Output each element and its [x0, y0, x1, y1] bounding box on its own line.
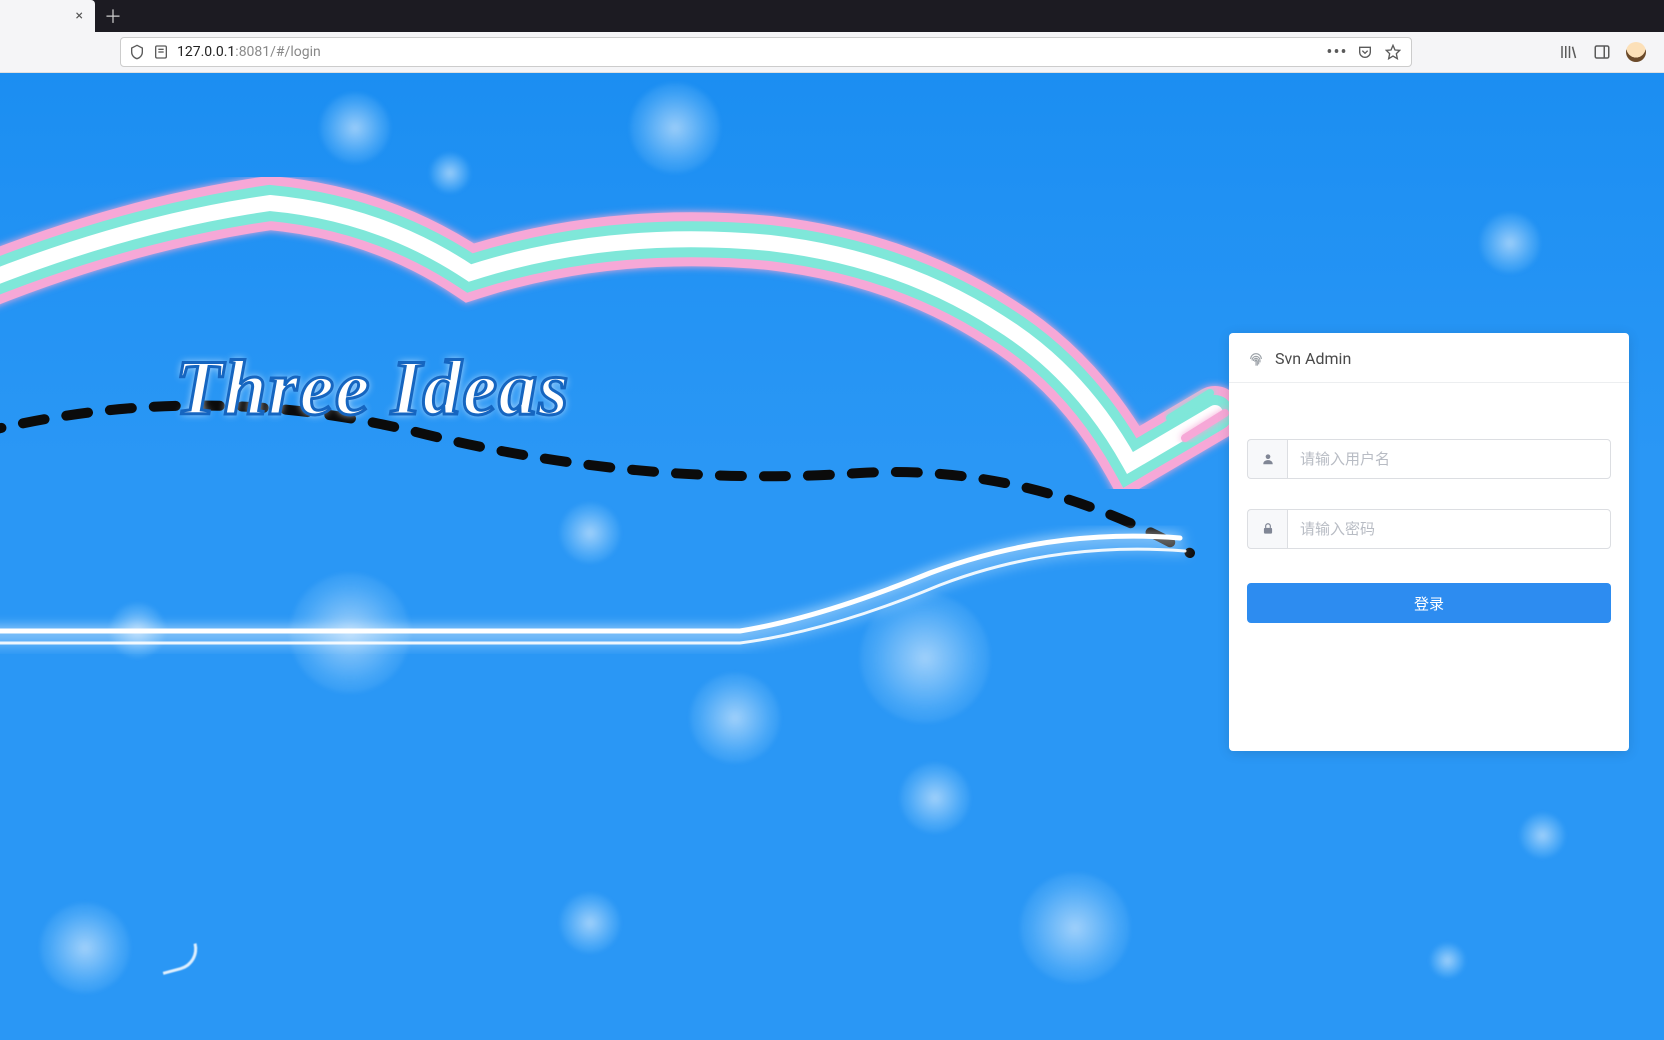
url-path: :8081/#/login — [235, 44, 320, 60]
page-content: Three Ideas Svn Admin — [0, 73, 1664, 1040]
pocket-icon[interactable] — [1355, 42, 1375, 62]
bubble — [1020, 873, 1130, 983]
decorative-arc — [158, 943, 202, 975]
sidebar-toggle-icon[interactable] — [1592, 42, 1612, 62]
password-group — [1247, 509, 1611, 549]
bookmark-star-icon[interactable] — [1383, 42, 1403, 62]
bubble — [560, 503, 620, 563]
bubble — [40, 903, 130, 993]
bubble — [290, 573, 410, 693]
login-button[interactable]: 登录 — [1247, 583, 1611, 623]
bubble — [690, 673, 780, 763]
person-icon — [1247, 439, 1287, 479]
password-input[interactable] — [1287, 509, 1611, 549]
profile-avatar[interactable] — [1626, 42, 1646, 62]
page-info-icon[interactable] — [153, 44, 169, 60]
bubble — [430, 153, 470, 193]
bubble — [860, 593, 990, 723]
bubble — [320, 93, 390, 163]
login-header: Svn Admin — [1229, 333, 1629, 383]
url-host: 127.0.0.1 — [177, 44, 235, 60]
bubble — [1520, 813, 1565, 858]
close-tab-icon[interactable]: × — [72, 6, 87, 26]
fingerprint-icon — [1247, 350, 1265, 368]
bubble — [110, 603, 165, 658]
bubble — [1480, 213, 1540, 273]
username-group — [1247, 439, 1611, 479]
bubble — [1430, 943, 1465, 978]
username-input[interactable] — [1287, 439, 1611, 479]
url-text[interactable]: 127.0.0.1:8081/#/login — [177, 44, 1319, 60]
address-bar: 127.0.0.1:8081/#/login ••• — [0, 32, 1664, 73]
hero-title: Three Ideas — [175, 343, 569, 433]
new-tab-button[interactable]: ＋ — [95, 0, 131, 32]
lock-icon — [1247, 509, 1287, 549]
browser-tab[interactable]: × — [0, 0, 95, 32]
shield-icon[interactable] — [129, 44, 145, 60]
bubble — [560, 893, 620, 953]
library-icon[interactable] — [1558, 42, 1578, 62]
login-body: 登录 — [1229, 383, 1629, 641]
toolbar-right — [1418, 42, 1652, 62]
login-title: Svn Admin — [1275, 349, 1351, 368]
bubble — [630, 83, 720, 173]
more-icon[interactable]: ••• — [1327, 42, 1347, 62]
bubble — [900, 763, 970, 833]
address-input-wrap[interactable]: 127.0.0.1:8081/#/login ••• — [120, 37, 1412, 67]
tab-strip: × ＋ — [0, 0, 1664, 32]
browser-chrome: × ＋ 127.0.0.1:8081/#/login ••• — [0, 0, 1664, 73]
login-card: Svn Admin 登录 — [1229, 333, 1629, 751]
